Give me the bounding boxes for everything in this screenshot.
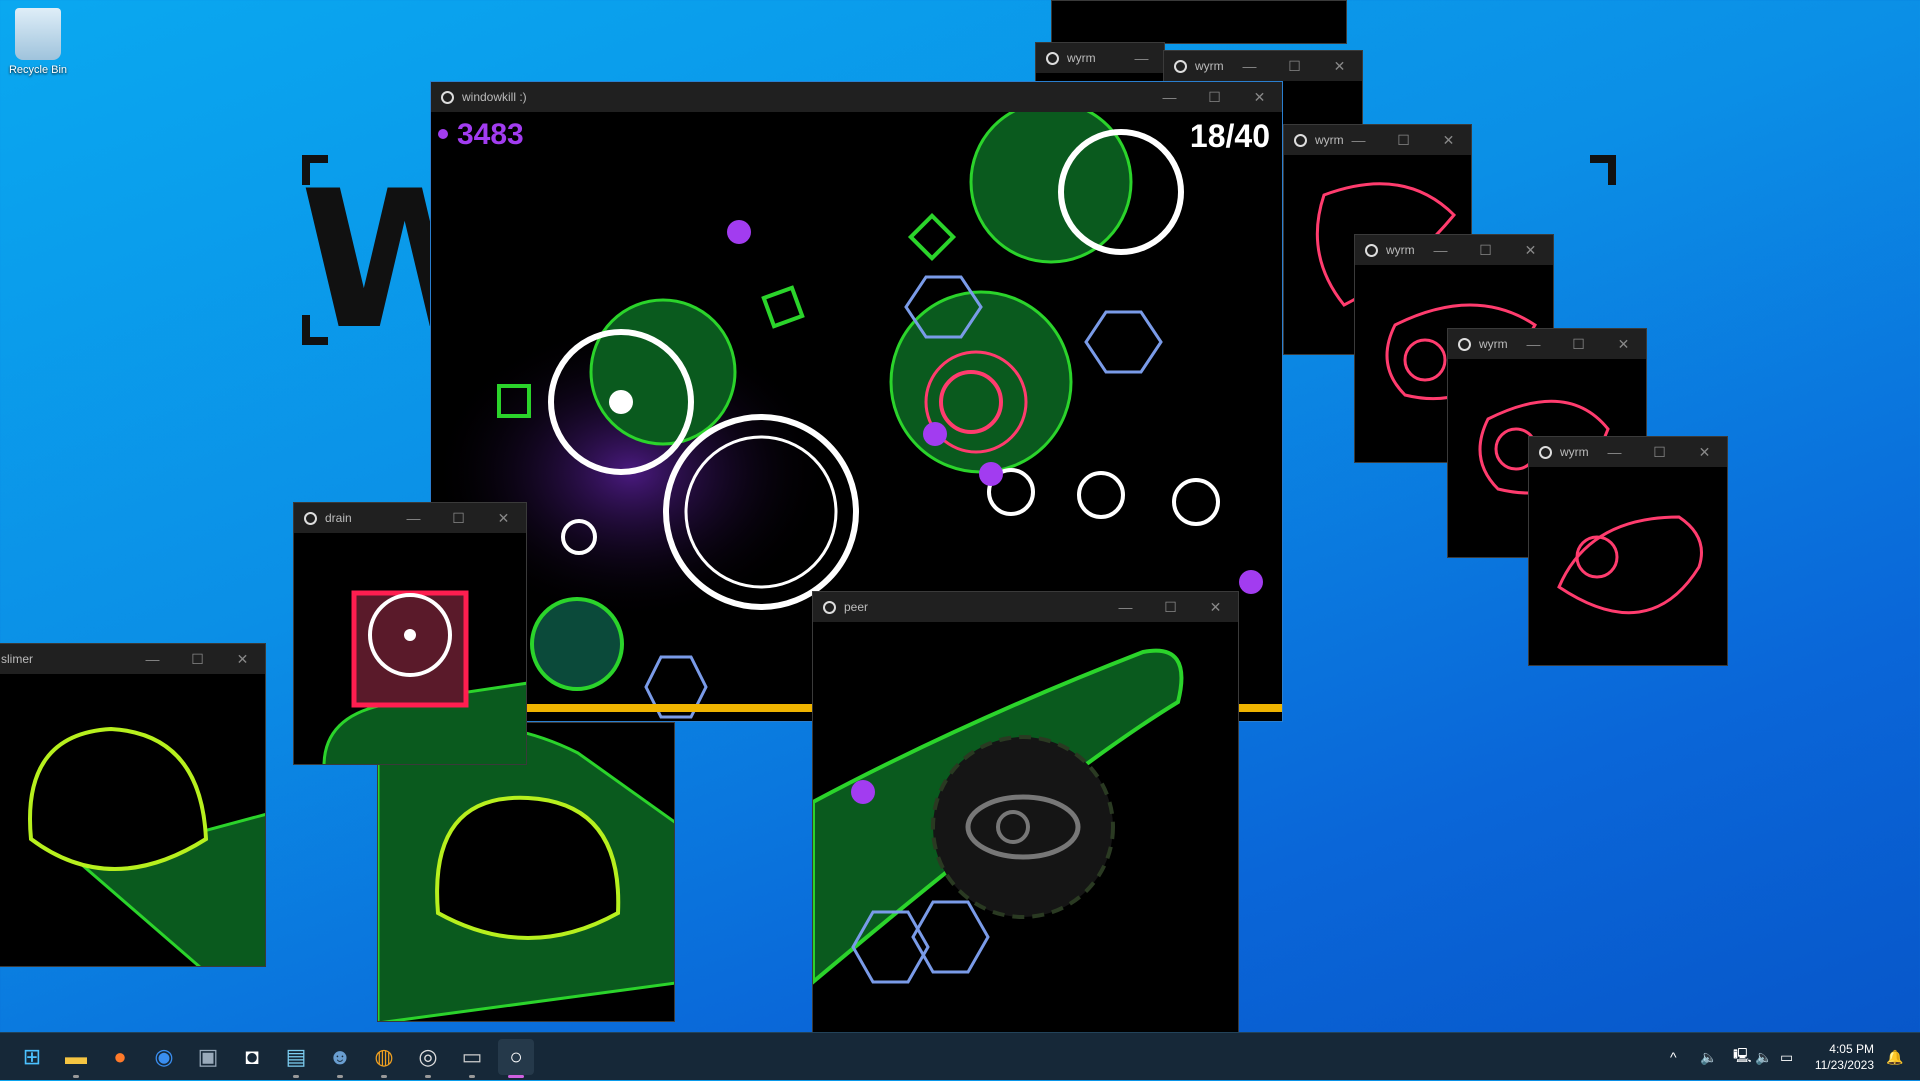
- window-title: peer: [844, 600, 869, 614]
- app-icon: [1539, 445, 1552, 459]
- minimize-button[interactable]: —: [1227, 51, 1272, 81]
- app-icon: [1294, 133, 1307, 147]
- recycle-bin-icon: [15, 8, 61, 60]
- close-button[interactable]: ✕: [481, 503, 526, 533]
- windowkill-icon[interactable]: ○: [498, 1039, 534, 1078]
- clock-time: 4:05 PM: [1829, 1042, 1874, 1056]
- close-button[interactable]: ✕: [220, 644, 265, 674]
- window-title: wyrm: [1479, 337, 1508, 351]
- minimize-button[interactable]: —: [1418, 235, 1463, 265]
- minimize-button[interactable]: —: [1103, 592, 1148, 622]
- maximize-button[interactable]: ☐: [1381, 125, 1426, 155]
- close-button[interactable]: ✕: [1426, 125, 1471, 155]
- app-icon: [441, 90, 454, 104]
- notepad-icon[interactable]: ▤: [278, 1039, 314, 1078]
- clock[interactable]: 4:05 PM 11/23/2023: [1815, 1041, 1874, 1073]
- minimize-button[interactable]: —: [1147, 82, 1192, 112]
- score-counter: 3483: [457, 118, 524, 151]
- minimize-button[interactable]: —: [1511, 329, 1556, 359]
- window-wyrm-5[interactable]: wyrm — ☐ ✕: [1528, 436, 1728, 666]
- maximize-button[interactable]: ☐: [175, 644, 220, 674]
- maximize-button[interactable]: ☐: [1148, 592, 1193, 622]
- slimer-enemy: [28, 726, 265, 966]
- clock-date: 11/23/2023: [1814, 1058, 1874, 1072]
- window-untitled-lower[interactable]: [377, 722, 675, 1022]
- recycle-bin[interactable]: Recycle Bin: [6, 8, 70, 76]
- window-title: drain: [325, 511, 352, 525]
- close-button[interactable]: ✕: [1682, 437, 1727, 467]
- close-button[interactable]: ✕: [1508, 235, 1553, 265]
- slimer-enemy: [378, 723, 674, 1021]
- close-button[interactable]: ✕: [1317, 51, 1362, 81]
- tray-chevron[interactable]: ^: [1670, 1033, 1677, 1081]
- window-peer[interactable]: peer — ☐ ✕: [812, 591, 1239, 1047]
- maximize-button[interactable]: ☐: [436, 503, 481, 533]
- close-button[interactable]: ✕: [1601, 329, 1646, 359]
- window-untitled-top[interactable]: [1051, 0, 1347, 44]
- app-icon: [1458, 337, 1471, 351]
- app-icon: [1174, 59, 1187, 73]
- score-dot: [438, 129, 448, 139]
- window-drain[interactable]: drain — ☐ ✕: [293, 502, 527, 765]
- close-button[interactable]: ✕: [1193, 592, 1238, 622]
- notification-icon[interactable]: 🔔: [1886, 1033, 1903, 1081]
- maximize-button[interactable]: ☐: [1463, 235, 1508, 265]
- window-title: slimer: [1, 652, 33, 666]
- godot-icon[interactable]: ☻: [322, 1039, 358, 1078]
- maximize-button[interactable]: ☐: [1556, 329, 1601, 359]
- start-icon[interactable]: ⊞: [14, 1039, 50, 1075]
- maximize-button[interactable]: ☐: [1272, 51, 1317, 81]
- app-icon: [1046, 51, 1059, 65]
- paint-icon[interactable]: ▣: [190, 1039, 226, 1075]
- volume-icon[interactable]: 🔈: [1755, 1033, 1772, 1081]
- app-icon: [823, 600, 836, 614]
- battery-icon[interactable]: ▭: [1780, 1033, 1793, 1081]
- drain-enemy: [322, 590, 526, 764]
- window-title: wyrm: [1195, 59, 1224, 73]
- maximize-button[interactable]: ☐: [1637, 437, 1682, 467]
- wave-counter: 18/40: [1189, 118, 1270, 154]
- close-button[interactable]: ✕: [1237, 82, 1282, 112]
- taskbar: ⊞ ▬ ● ◉ ▣ ◘ ▤ ☻ ◍ ◎ ▭ ○ ^ 🔈 🖳 🔈 ▭ 4:05 P…: [0, 1032, 1920, 1080]
- firefox-icon[interactable]: ●: [102, 1039, 138, 1075]
- window-title: wyrm: [1067, 51, 1096, 65]
- volume-icon[interactable]: 🔈: [1700, 1033, 1717, 1081]
- minimize-button[interactable]: —: [130, 644, 175, 674]
- window-title: windowkill :): [462, 90, 527, 104]
- window-wyrm-0[interactable]: wyrm —: [1035, 42, 1165, 82]
- maximize-button[interactable]: ☐: [1192, 82, 1237, 112]
- app-icon: [1365, 243, 1378, 257]
- window-title: wyrm: [1560, 445, 1589, 459]
- minimize-button[interactable]: —: [1592, 437, 1637, 467]
- minimize-button[interactable]: —: [1336, 125, 1381, 155]
- obs-icon[interactable]: ◎: [410, 1039, 446, 1078]
- app-icon: [304, 511, 317, 525]
- network-icon[interactable]: 🖳: [1733, 1033, 1752, 1081]
- minimize-button[interactable]: —: [391, 503, 436, 533]
- minimize-button[interactable]: —: [1119, 43, 1164, 73]
- audacity-icon[interactable]: ◍: [366, 1039, 402, 1078]
- logo-bracket: [1590, 155, 1616, 185]
- wyrm-enemy: [1557, 515, 1703, 615]
- peer-enemy: [813, 648, 1184, 985]
- window-slimer[interactable]: slimer — ☐ ✕: [0, 643, 266, 967]
- app-icon[interactable]: ◘: [234, 1039, 270, 1075]
- recycle-bin-label: Recycle Bin: [8, 64, 68, 76]
- terminal-icon[interactable]: ▭: [454, 1039, 490, 1078]
- chrome-icon[interactable]: ◉: [146, 1039, 182, 1075]
- file-explorer-icon[interactable]: ▬: [58, 1039, 94, 1078]
- window-title: wyrm: [1386, 243, 1415, 257]
